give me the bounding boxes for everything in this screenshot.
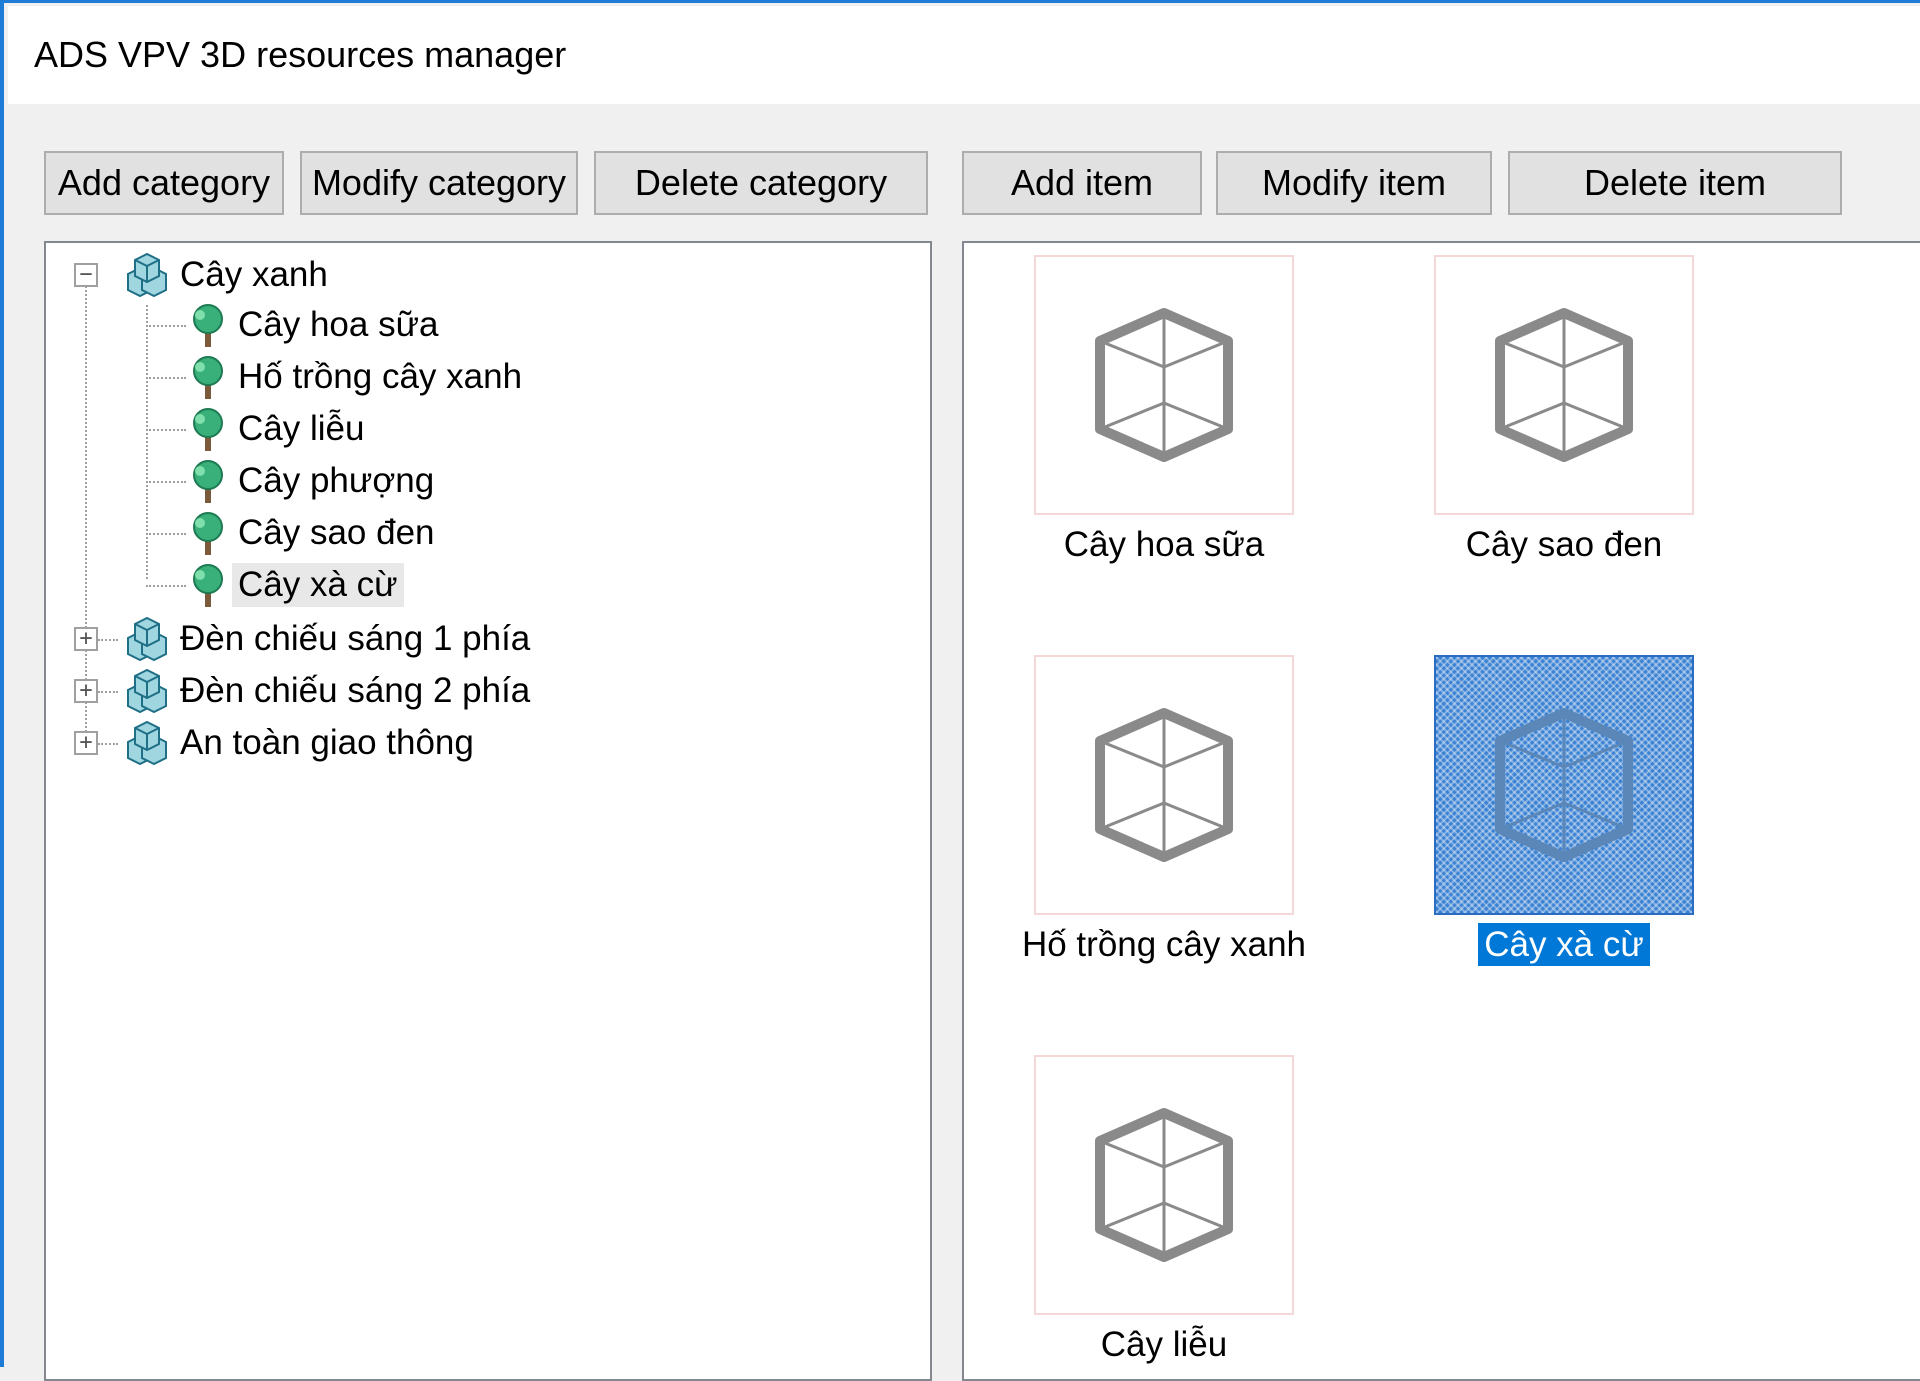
delete-category-button[interactable]: Delete category [594, 151, 928, 215]
collapse-toggle[interactable]: − [74, 263, 98, 287]
tree-connector [146, 377, 186, 379]
add-item-button[interactable]: Add item [962, 151, 1202, 215]
expand-toggle[interactable]: + [74, 731, 98, 755]
tree-item-label: Hố trồng cây xanh [238, 357, 523, 396]
cube-icon [1095, 308, 1233, 462]
tree-item-label: Cây hoa sữa [238, 305, 439, 344]
tree-connector [98, 639, 118, 641]
modify-category-button[interactable]: Modify category [300, 151, 578, 215]
item-tile[interactable]: Cây sao đen [1394, 255, 1734, 585]
category-cubes-icon [127, 252, 167, 298]
item-thumbnail [1034, 1055, 1294, 1315]
tree-connector [146, 325, 186, 327]
tree-item-cay-xa-cu[interactable]: Cây xà cừ [184, 561, 404, 609]
tree-category-den-1-phia[interactable]: Đèn chiếu sáng 1 phía [120, 615, 536, 663]
item-tile[interactable]: Cây liễu [994, 1055, 1334, 1379]
tree-category-label: An toàn giao thông [180, 723, 474, 762]
item-list-view[interactable]: Cây hoa sữa Cây sao đen Hố trồng cây xan… [962, 241, 1920, 1381]
tree-category-label: Đèn chiếu sáng 1 phía [180, 619, 531, 658]
item-thumbnail [1034, 655, 1294, 915]
tree-item-cay-phuong[interactable]: Cây phượng [184, 457, 440, 505]
tree-icon [193, 356, 223, 399]
item-label: Hố trồng cây xanh [1021, 925, 1307, 964]
item-label: Cây hoa sữa [1063, 525, 1265, 564]
title-bar: ADS VPV 3D resources manager [8, 6, 1920, 104]
tree-icon [193, 408, 223, 451]
tree-icon [193, 512, 223, 555]
item-label: Cây xà cừ [1394, 923, 1734, 966]
tree-connector [98, 691, 118, 693]
tree-item-cay-sao-den[interactable]: Cây sao đen [184, 509, 441, 557]
tree-item-cay-lieu[interactable]: Cây liễu [184, 405, 370, 453]
item-tile-selected[interactable]: Cây xà cừ [1394, 655, 1734, 985]
tree-category-label: Cây xanh [180, 255, 328, 294]
tree-item-ho-trong-cay-xanh[interactable]: Hố trồng cây xanh [184, 353, 528, 401]
item-label: Cây sao đen [1465, 525, 1663, 564]
item-thumbnail [1034, 255, 1294, 515]
category-cubes-icon [127, 720, 167, 766]
window-title: ADS VPV 3D resources manager [34, 34, 567, 75]
tree-connector [146, 585, 186, 587]
tree-connector [146, 305, 148, 579]
add-category-button[interactable]: Add category [44, 151, 284, 215]
item-thumbnail [1434, 655, 1694, 915]
tree-connector [146, 533, 186, 535]
tree-icon [193, 564, 223, 607]
item-tile[interactable]: Hố trồng cây xanh [994, 655, 1334, 985]
category-cubes-icon [127, 616, 167, 662]
category-tree[interactable]: − Cây xanh Cây hoa sữa Hố trồng cây xanh… [44, 241, 932, 1381]
tree-item-label: Cây liễu [238, 409, 365, 448]
modify-item-button[interactable]: Modify item [1216, 151, 1492, 215]
tree-connector [85, 275, 87, 743]
tree-connector [146, 429, 186, 431]
item-thumbnail [1434, 255, 1694, 515]
tree-category-an-toan-giao-thong[interactable]: An toàn giao thông [120, 719, 480, 767]
app-window: ADS VPV 3D resources manager Add categor… [0, 0, 1920, 1381]
cube-icon [1495, 708, 1633, 862]
tree-icon [193, 460, 223, 503]
tree-item-label: Cây xà cừ [232, 563, 404, 607]
tree-connector [146, 481, 186, 483]
tree-icon [193, 304, 223, 347]
tree-category-cay-xanh[interactable]: Cây xanh [120, 251, 334, 299]
item-tile[interactable]: Cây hoa sữa [994, 255, 1334, 585]
tree-category-den-2-phia[interactable]: Đèn chiếu sáng 2 phía [120, 667, 536, 715]
tree-category-label: Đèn chiếu sáng 2 phía [180, 671, 531, 710]
expand-toggle[interactable]: + [74, 627, 98, 651]
cube-icon [1495, 308, 1633, 462]
cube-icon [1095, 1108, 1233, 1262]
tree-item-label: Cây sao đen [238, 513, 435, 552]
expand-toggle[interactable]: + [74, 679, 98, 703]
tree-item-cay-hoa-sua[interactable]: Cây hoa sữa [184, 301, 444, 349]
tree-item-label: Cây phượng [238, 461, 435, 500]
item-label: Cây liễu [1100, 1325, 1228, 1364]
delete-item-button[interactable]: Delete item [1508, 151, 1842, 215]
tree-connector [98, 743, 118, 745]
cube-icon [1095, 708, 1233, 862]
category-cubes-icon [127, 668, 167, 714]
